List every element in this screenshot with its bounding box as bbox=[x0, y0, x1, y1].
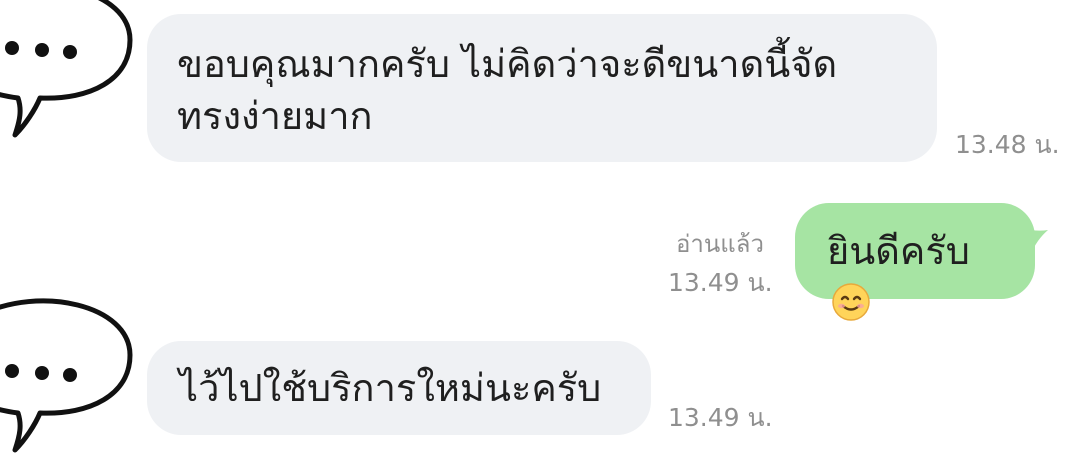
bubble-tail bbox=[1022, 228, 1048, 262]
incoming-message-bubble[interactable]: ขอบคุณมากครับ ไม่คิดว่าจะดีขนาดนี้จัด ทร… bbox=[147, 14, 937, 162]
message-timestamp: 13.49 น. bbox=[668, 268, 773, 297]
message-text-line: ทรงง่ายมาก bbox=[177, 94, 373, 138]
message-text-line: ไว้ไปใช้บริการใหม่นะครับ bbox=[179, 366, 602, 410]
speech-bubble-dots-icon[interactable] bbox=[0, 295, 150, 460]
incoming-message-bubble[interactable]: ไว้ไปใช้บริการใหม่นะครับ bbox=[147, 341, 651, 435]
read-receipt: อ่านแล้ว bbox=[676, 230, 764, 258]
message-timestamp: 13.49 น. bbox=[668, 403, 773, 432]
smiling-face-icon bbox=[832, 283, 870, 321]
message-text: ยินดีครับ bbox=[827, 229, 970, 273]
message-text-line: ขอบคุณมากครับ ไม่คิดว่าจะดีขนาดนี้จัด bbox=[177, 42, 838, 86]
outgoing-message-bubble[interactable]: ยินดีครับ bbox=[795, 203, 1035, 321]
chat-view: ขอบคุณมากครับ ไม่คิดว่าจะดีขนาดนี้จัด ทร… bbox=[0, 0, 1080, 460]
speech-bubble-dots-icon[interactable] bbox=[0, 0, 150, 150]
message-timestamp: 13.48 น. bbox=[955, 130, 1060, 159]
